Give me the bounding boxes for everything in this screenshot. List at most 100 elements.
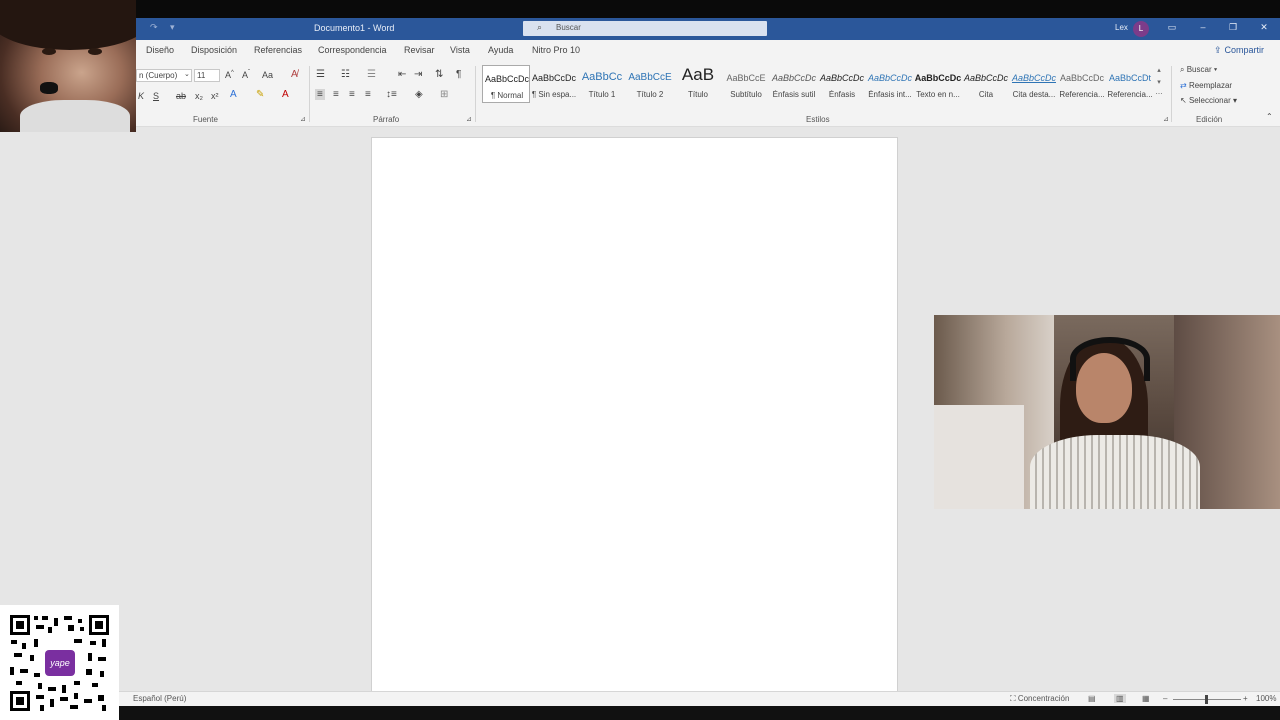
tab-view[interactable]: Vista bbox=[450, 45, 470, 55]
share-button[interactable]: ⇪ Compartir bbox=[1208, 43, 1270, 58]
share-label: Compartir bbox=[1224, 45, 1265, 55]
justify-icon[interactable]: ≡ bbox=[365, 89, 371, 100]
tab-layout[interactable]: Disposición bbox=[191, 45, 237, 55]
style-sample: AaBbCcDc bbox=[1011, 73, 1056, 83]
style-sample: AaBbCcDc bbox=[914, 73, 962, 83]
text-effects-icon[interactable]: A bbox=[230, 89, 237, 100]
window-title: Documento1 - Word bbox=[314, 23, 395, 33]
tab-design[interactable]: Diseño bbox=[146, 45, 174, 55]
tab-mailings[interactable]: Correspondencia bbox=[318, 45, 387, 55]
line-spacing-icon[interactable]: ↕≡ bbox=[386, 89, 397, 100]
restore-icon[interactable]: ❐ bbox=[1226, 22, 1240, 33]
style-intense-quote[interactable]: AaBbCcDc Cita desta... bbox=[1010, 65, 1058, 103]
replace-button[interactable]: ⇄ Reemplazar bbox=[1180, 81, 1232, 90]
webcam-overlay-right bbox=[934, 315, 1280, 509]
bullets-icon[interactable]: ☰ bbox=[316, 69, 325, 80]
ribbon-tabs: Diseño Disposición Referencias Correspon… bbox=[0, 40, 1280, 60]
chevron-down-icon[interactable]: ⌄ bbox=[184, 70, 190, 78]
superscript-button[interactable]: x² bbox=[211, 91, 219, 101]
align-left-icon[interactable]: ≡ bbox=[315, 89, 325, 100]
search-box[interactable]: ⌕ Buscar bbox=[523, 21, 767, 36]
title-bar: ↷ ▾ Documento1 - Word ⌕ Buscar Lex L ▭ –… bbox=[0, 18, 1280, 40]
avatar[interactable]: L bbox=[1133, 21, 1149, 37]
focus-mode-button[interactable]: ⛶ Concentración bbox=[1010, 694, 1069, 704]
align-right-icon[interactable]: ≡ bbox=[349, 89, 355, 100]
font-dialog-launcher-icon[interactable]: ⊿ bbox=[300, 115, 306, 123]
find-button[interactable]: ⌕ Buscar ▾ bbox=[1180, 65, 1217, 75]
style-intense-emphasis[interactable]: AaBbCcDc Énfasis int... bbox=[866, 65, 914, 103]
read-mode-icon[interactable]: ▤ bbox=[1088, 694, 1096, 703]
more-styles-icon[interactable]: ⋯ bbox=[1154, 89, 1164, 101]
language-status[interactable]: Español (Perú) bbox=[133, 694, 186, 703]
align-center-icon[interactable]: ≡ bbox=[333, 89, 339, 100]
replace-icon: ⇄ bbox=[1180, 81, 1189, 90]
numbering-icon[interactable]: ☷ bbox=[341, 69, 350, 80]
chevron-up-icon[interactable]: ▴ bbox=[1154, 65, 1164, 77]
style-subtle-emphasis[interactable]: AaBbCcDc Énfasis sutil bbox=[770, 65, 818, 103]
redo-icon[interactable]: ↷ bbox=[150, 22, 158, 33]
ribbon-display-options-icon[interactable]: ▭ bbox=[1165, 22, 1179, 33]
tab-review[interactable]: Revisar bbox=[404, 45, 435, 55]
increase-indent-icon[interactable]: ⇥ bbox=[414, 69, 422, 80]
style-subtle-reference[interactable]: AaBbCcDc Referencia... bbox=[1058, 65, 1106, 103]
zoom-in-icon[interactable]: + bbox=[1243, 694, 1248, 703]
show-marks-icon[interactable]: ¶ bbox=[456, 69, 461, 80]
style-heading-1[interactable]: AaBbCc Título 1 bbox=[578, 65, 626, 103]
shrink-font-button[interactable]: Aˇ bbox=[242, 70, 250, 80]
webcam-eye bbox=[42, 48, 56, 55]
multilevel-list-icon[interactable]: ☰ bbox=[367, 69, 376, 80]
grow-font-button[interactable]: A^ bbox=[225, 70, 234, 80]
zoom-slider-thumb[interactable] bbox=[1205, 695, 1208, 704]
tab-nitro[interactable]: Nitro Pro 10 bbox=[532, 45, 580, 55]
strikethrough-button[interactable]: ab bbox=[176, 91, 186, 101]
replace-label: Reemplazar bbox=[1188, 81, 1233, 90]
focus-icon: ⛶ bbox=[1010, 694, 1018, 703]
minimize-icon[interactable]: – bbox=[1196, 22, 1210, 32]
style-strong[interactable]: AaBbCcDc Texto en n... bbox=[914, 65, 962, 103]
web-layout-icon[interactable]: ▦ bbox=[1142, 694, 1150, 703]
style-name: Texto en n... bbox=[916, 90, 960, 99]
style-subtitle[interactable]: AaBbCcE Subtítulo bbox=[722, 65, 770, 103]
italic-button[interactable]: K bbox=[138, 91, 144, 101]
paragraph-group-label: Párrafo bbox=[373, 115, 400, 124]
style-intense-reference[interactable]: AaBbCcDt Referencia... bbox=[1106, 65, 1154, 103]
style-normal[interactable]: AaBbCcDc ¶ Normal bbox=[482, 65, 530, 103]
style-name: Cita bbox=[978, 90, 994, 99]
customize-qat-icon[interactable]: ▾ bbox=[170, 22, 175, 33]
sort-icon[interactable]: ⇅ bbox=[435, 69, 443, 80]
borders-icon[interactable]: ⊞ bbox=[440, 89, 448, 100]
chevron-down-icon[interactable]: ▾ bbox=[1154, 77, 1164, 89]
paragraph-dialog-launcher-icon[interactable]: ⊿ bbox=[466, 115, 472, 123]
style-no-spacing[interactable]: AaBbCcDc ¶ Sin espa... bbox=[530, 65, 578, 103]
font-color-icon[interactable]: A bbox=[282, 89, 289, 100]
underline-button[interactable]: S bbox=[153, 91, 159, 101]
close-icon[interactable]: ✕ bbox=[1257, 22, 1271, 33]
select-button[interactable]: ↖ Seleccionar ▾ bbox=[1180, 96, 1237, 105]
tab-help[interactable]: Ayuda bbox=[488, 45, 513, 55]
style-quote[interactable]: AaBbCcDc Cita bbox=[962, 65, 1010, 103]
style-emphasis[interactable]: AaBbCcDc Énfasis bbox=[818, 65, 866, 103]
webcam-shirt bbox=[1030, 435, 1200, 509]
style-sample: AaBbCcDc bbox=[867, 73, 912, 83]
change-case-button[interactable]: Aa bbox=[262, 70, 273, 80]
user-name[interactable]: Lex bbox=[1115, 23, 1128, 32]
style-sample: AaBbCcDc bbox=[963, 73, 1008, 83]
style-name: Énfasis sutil bbox=[772, 90, 816, 99]
print-layout-icon[interactable]: ▥ bbox=[1114, 694, 1126, 703]
top-black-strip bbox=[0, 0, 1280, 18]
document-page[interactable] bbox=[371, 137, 898, 697]
styles-gallery-scroll[interactable]: ▴ ▾ ⋯ bbox=[1154, 65, 1164, 103]
zoom-level[interactable]: 100% bbox=[1256, 694, 1276, 703]
subscript-button[interactable]: x₂ bbox=[195, 91, 203, 101]
zoom-out-icon[interactable]: – bbox=[1163, 694, 1167, 703]
style-heading-2[interactable]: AaBbCcE Título 2 bbox=[626, 65, 674, 103]
tab-references[interactable]: Referencias bbox=[254, 45, 302, 55]
font-size-select[interactable]: 11 bbox=[194, 69, 220, 82]
decrease-indent-icon[interactable]: ⇤ bbox=[398, 69, 406, 80]
styles-dialog-launcher-icon[interactable]: ⊿ bbox=[1163, 115, 1169, 123]
shading-icon[interactable]: ◈ bbox=[415, 89, 423, 100]
style-title[interactable]: AaB Título bbox=[674, 65, 722, 103]
collapse-ribbon-icon[interactable]: ⌃ bbox=[1266, 112, 1273, 121]
clear-formatting-icon[interactable]: A̸ bbox=[291, 69, 298, 80]
highlight-icon[interactable]: ✎ bbox=[256, 89, 264, 100]
